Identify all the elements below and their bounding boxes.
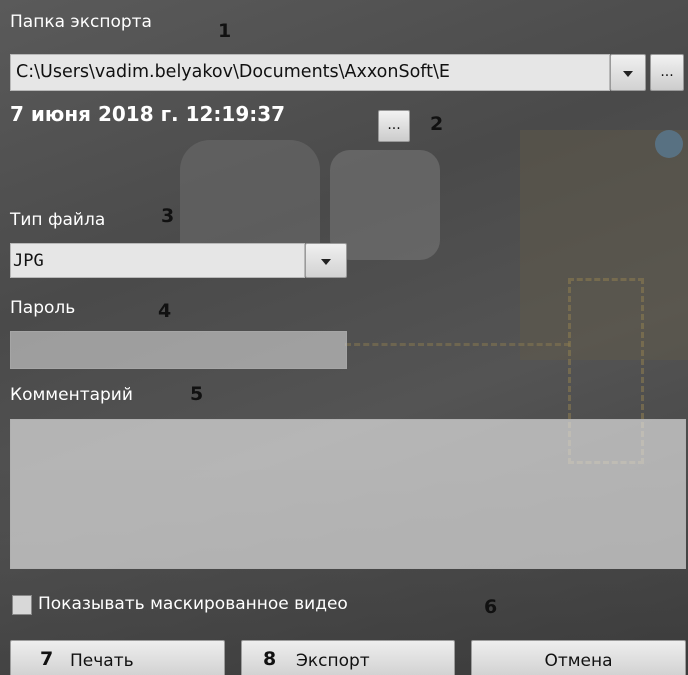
picker-label: ... [387,117,401,133]
marker-5: 5 [190,383,204,405]
export-folder-browse-button[interactable]: ... [650,54,684,91]
export-button[interactable]: 8 Экспорт [241,640,455,675]
browse-label: ... [660,64,674,80]
file-type-select[interactable]: JPG [10,243,305,278]
print-button[interactable]: 7 Печать [10,640,225,675]
file-type-selected: JPG [13,251,44,271]
chevron-down-icon [321,258,331,265]
comment-label: Комментарий [10,385,133,405]
password-label: Пароль [10,298,76,318]
chevron-down-icon [623,70,633,77]
file-type-label: Тип файла [10,210,106,230]
datetime-picker-button[interactable]: ... [378,110,410,142]
marker-1: 1 [218,20,232,42]
export-folder-path-text: C:\Users\vadim.belyakov\Documents\AxxonS… [16,62,450,82]
marker-4: 4 [158,300,172,322]
cancel-button[interactable]: Отмена [471,640,686,675]
comment-textarea[interactable] [10,419,686,569]
marker-3: 3 [161,205,175,227]
export-dialog: Папка экспорта 1 C:\Users\vadim.belyakov… [0,0,688,675]
export-button-label: Экспорт [296,651,370,671]
password-input[interactable] [10,331,347,369]
export-folder-label: Папка экспорта [10,12,152,32]
file-type-dropdown-button[interactable] [305,243,347,278]
marker-7: 7 [40,648,54,670]
print-button-label: Печать [70,651,134,671]
masked-video-label[interactable]: Показывать маскированное видео [38,594,348,614]
marker-6: 6 [484,596,498,618]
export-folder-path-field[interactable]: C:\Users\vadim.belyakov\Documents\AxxonS… [10,54,610,91]
cancel-button-label: Отмена [544,651,613,671]
marker-8: 8 [263,648,277,670]
datetime-value: 7 июня 2018 г. 12:19:37 [10,102,286,126]
masked-video-checkbox[interactable] [12,595,32,615]
marker-2: 2 [430,113,444,135]
export-folder-dropdown-button[interactable] [610,54,646,91]
